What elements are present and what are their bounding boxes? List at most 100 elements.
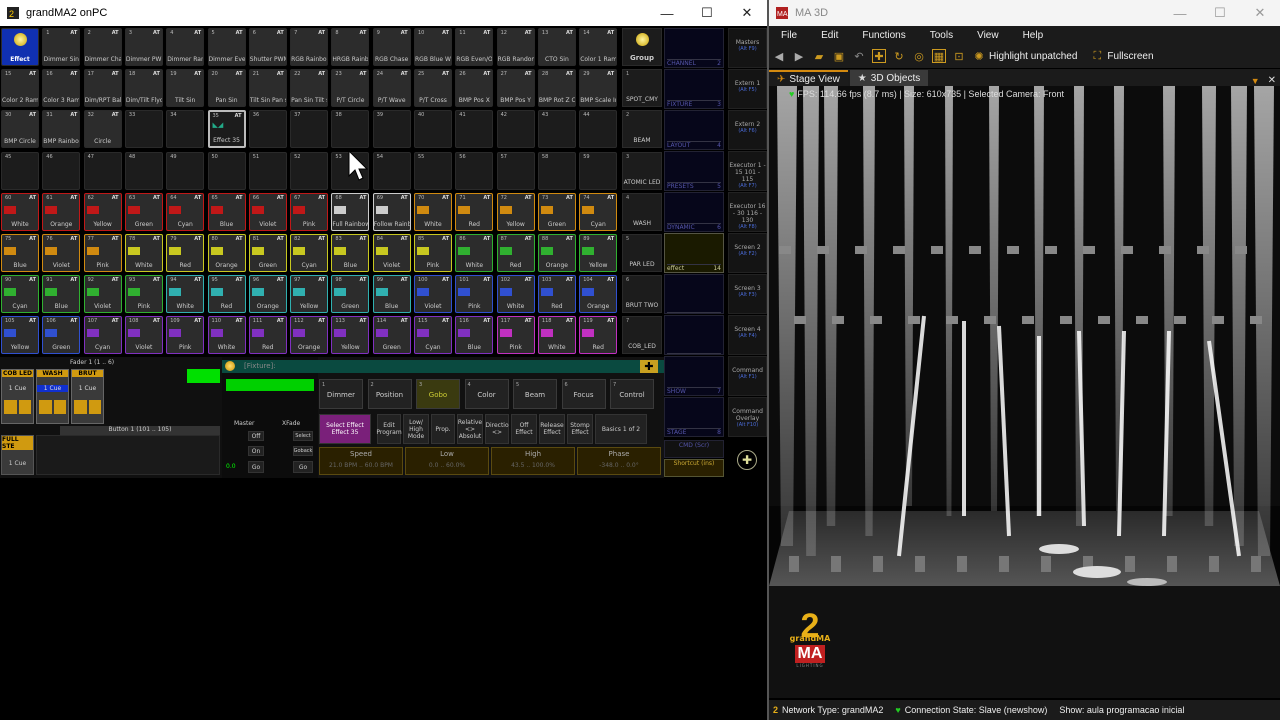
camera-icon[interactable]: ▦: [932, 49, 946, 63]
effect-cell-37[interactable]: 37: [290, 110, 329, 149]
feature-beam[interactable]: 5 Beam: [513, 379, 557, 409]
effect-cell-85[interactable]: 85 AT Pink: [414, 234, 452, 272]
fullscreen-button[interactable]: Fullscreen: [1107, 51, 1153, 62]
effect-cell-6[interactable]: 6 AT Shutter PWM: [248, 28, 287, 66]
view-button-5[interactable]: Screen 2 (Alt F2): [728, 233, 767, 273]
undo-icon[interactable]: ↶: [852, 49, 866, 63]
effect-cell-62[interactable]: 62 AT Yellow: [83, 192, 122, 231]
mini-panel-empty[interactable]: [664, 274, 724, 314]
mini-panel-PRESETS[interactable]: PRESETS 5: [664, 151, 724, 191]
menu-help[interactable]: Help: [1011, 30, 1056, 41]
effect-cell-24[interactable]: 24 AT P/T Wave: [372, 69, 411, 108]
group-button-6[interactable]: 6 BRUT TWO: [622, 275, 662, 314]
effect-cell-77[interactable]: 77 AT Pink: [83, 234, 122, 272]
effect-cell-63[interactable]: 63 AT Green: [124, 192, 163, 231]
effect-cell-41[interactable]: 41: [455, 110, 494, 149]
effect-cell-35[interactable]: 35 AT ◣◢ Effect 35: [207, 110, 246, 149]
effect-cell-86[interactable]: 86 AT White: [455, 234, 494, 272]
dialog-button-9[interactable]: Basics 1 of 2: [595, 414, 647, 444]
close-button[interactable]: ✕: [727, 0, 767, 26]
tab-close-icon[interactable]: ✕: [1268, 75, 1276, 86]
ma3d-close-button[interactable]: ✕: [1240, 0, 1280, 26]
encoder-phase[interactable]: Phase -348.0 .. 0.0°: [577, 447, 661, 475]
effect-cell-117[interactable]: 117 AT Pink: [496, 316, 535, 355]
effect-cell-29[interactable]: 29 AT BMP Scale In: [579, 69, 618, 108]
effect-cell-17[interactable]: 17 AT Dim/RPT Ballyhoo: [83, 69, 122, 108]
view-button-8[interactable]: Command (Alt F1): [728, 356, 767, 396]
executor-small-button[interactable]: [74, 400, 87, 414]
effect-cell-54[interactable]: 54: [372, 151, 411, 190]
executor-small-button[interactable]: [39, 400, 52, 414]
view-button-4[interactable]: Executor 16 - 30 116 - 130 (Alt F8): [728, 192, 767, 232]
encoder-high[interactable]: High 43.5 .. 100.0%: [491, 447, 575, 475]
fader-executor-1[interactable]: WASH 1 Cue: [36, 369, 69, 424]
scale-icon[interactable]: ◎: [912, 49, 926, 63]
effect-cell-52[interactable]: 52: [290, 151, 329, 190]
effect-cell-pool[interactable]: Effect: [1, 28, 39, 66]
effect-cell-4[interactable]: 4 AT Dimmer Random: [166, 28, 205, 66]
effect-cell-116[interactable]: 116 AT Blue: [455, 316, 494, 355]
maximize-button[interactable]: ☐: [687, 0, 727, 26]
effect-cell-101[interactable]: 101 AT Pink: [455, 275, 494, 314]
effect-cell-92[interactable]: 92 AT Violet: [83, 275, 122, 314]
effect-cell-58[interactable]: 58: [537, 151, 576, 190]
fit-icon[interactable]: ⊡: [952, 49, 966, 63]
effect-cell-106[interactable]: 106 AT Green: [42, 316, 81, 355]
effect-cell-64[interactable]: 64 AT Cyan: [166, 192, 205, 231]
effect-cell-80[interactable]: 80 AT Orange: [207, 234, 246, 272]
effect-cell-97[interactable]: 97 AT Yellow: [290, 275, 329, 314]
effect-cell-36[interactable]: 36: [248, 110, 287, 149]
executor-small-button[interactable]: [18, 400, 31, 414]
save-icon[interactable]: ▣: [832, 49, 846, 63]
effect-cell-21[interactable]: 21 AT Tilt Sin Pan stomp: [248, 69, 287, 108]
effect-cell-71[interactable]: 71 AT Red: [455, 192, 494, 231]
highlight-unpatched-toggle[interactable]: Highlight unpatched: [989, 51, 1077, 62]
effect-cell-1[interactable]: 1 AT Dimmer Sin: [42, 28, 81, 66]
effect-cell-2[interactable]: 2 AT Dimmer Chase: [83, 28, 122, 66]
effect-cell-113[interactable]: 113 AT Yellow: [331, 316, 370, 355]
mini-panel-LAYOUT[interactable]: LAYOUT 4: [664, 110, 724, 150]
fader-executor-0[interactable]: COB LED 1 Cue: [1, 369, 34, 424]
effect-cell-50[interactable]: 50: [207, 151, 246, 190]
group-button-2[interactable]: 2 BEAM: [622, 110, 662, 149]
effect-cell-43[interactable]: 43: [537, 110, 576, 149]
effect-cell-59[interactable]: 59: [579, 151, 618, 190]
group-button-5[interactable]: 5 PAR LED: [622, 234, 662, 272]
mini-panel-DYNAMIC[interactable]: DYNAMIC 6: [664, 192, 724, 232]
effect-cell-11[interactable]: 11 AT RGB Even/Odd: [455, 28, 494, 66]
effect-cell-104[interactable]: 104 AT Orange: [579, 275, 618, 314]
effect-cell-8[interactable]: 8 AT HRGB Rainbow: [331, 28, 370, 66]
view-button-3[interactable]: Executor 1 - 15 101 - 115 (Alt F7): [728, 151, 767, 191]
effect-cell-94[interactable]: 94 AT White: [166, 275, 205, 314]
add-icon[interactable]: ✚: [640, 360, 658, 373]
feature-dimmer[interactable]: 1 Dimmer: [319, 379, 363, 409]
effect-cell-51[interactable]: 51: [248, 151, 287, 190]
menu-functions[interactable]: Functions: [850, 30, 917, 41]
effect-cell-48[interactable]: 48: [124, 151, 163, 190]
effect-cell-26[interactable]: 26 AT BMP Pos X: [455, 69, 494, 108]
menu-file[interactable]: File: [769, 30, 809, 41]
effect-cell-44[interactable]: 44: [579, 110, 618, 149]
effect-cell-49[interactable]: 49: [166, 151, 205, 190]
effect-cell-18[interactable]: 18 AT Dim/Tilt Flyout: [124, 69, 163, 108]
group-button-0[interactable]: Group: [622, 28, 662, 66]
ma3d-minimize-button[interactable]: —: [1160, 0, 1200, 26]
effect-cell-7[interactable]: 7 AT RGB Rainbow: [290, 28, 329, 66]
feature-gobo[interactable]: 3 Gobo: [416, 379, 460, 409]
minimize-button[interactable]: —: [647, 0, 687, 26]
effect-cell-57[interactable]: 57: [496, 151, 535, 190]
effect-cell-79[interactable]: 79 AT Red: [166, 234, 205, 272]
effect-cell-5[interactable]: 5 AT Dimmer Even/Odd: [207, 28, 246, 66]
effect-cell-31[interactable]: 31 AT BMP Rainbow Hue: [42, 110, 81, 149]
effect-cell-56[interactable]: 56: [455, 151, 494, 190]
mini-panel-CHANNEL[interactable]: CHANNEL 2: [664, 28, 724, 68]
effect-cell-9[interactable]: 9 AT RGB Chase: [372, 28, 411, 66]
executor-small-button[interactable]: [53, 400, 66, 414]
xfade-go-button[interactable]: Go: [293, 461, 313, 473]
effect-cell-111[interactable]: 111 AT Red: [248, 316, 287, 355]
effect-cell-28[interactable]: 28 AT BMP Rot Z CW: [537, 69, 576, 108]
group-button-1[interactable]: 1 SPOT_CMY: [622, 69, 662, 108]
effect-cell-3[interactable]: 3 AT Dimmer PWM: [124, 28, 163, 66]
tab-stage-view[interactable]: ✈ Stage View: [769, 70, 848, 86]
effect-cell-114[interactable]: 114 AT Green: [372, 316, 411, 355]
